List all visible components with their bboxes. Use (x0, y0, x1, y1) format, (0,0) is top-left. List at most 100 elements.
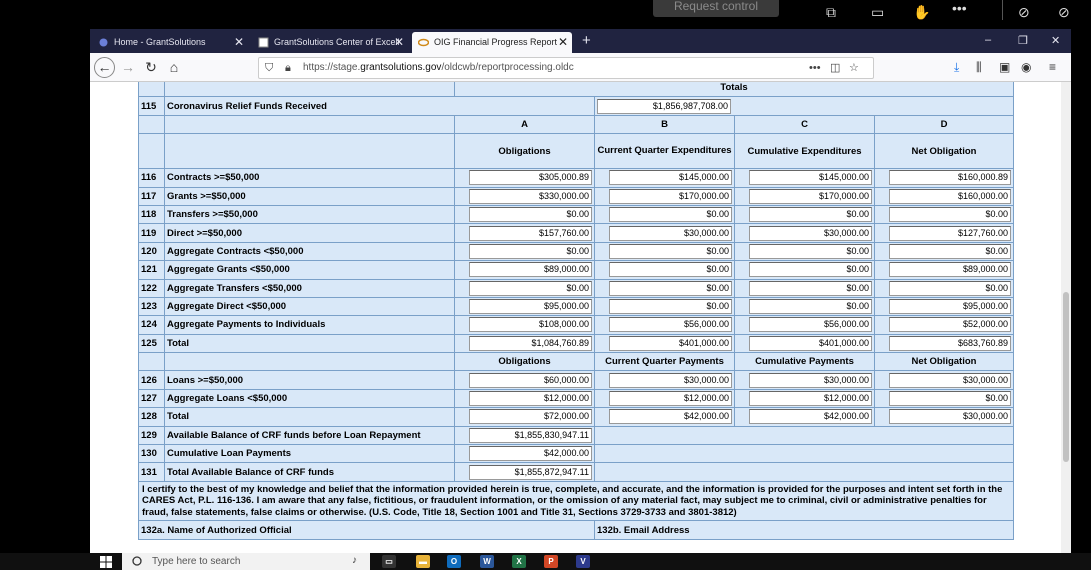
restore-button[interactable]: ❐ (1018, 34, 1028, 47)
amount-field[interactable]: $72,000.00 (469, 409, 592, 425)
amount-field[interactable]: $42,000.00 (609, 409, 732, 425)
balance-field[interactable]: $1,855,830,947.11 (469, 427, 592, 443)
amount-field[interactable]: $145,000.00 (749, 170, 872, 186)
amount-field[interactable]: $157,760.00 (469, 225, 592, 241)
chat-icon[interactable]: ▭ (871, 4, 884, 21)
amount-field[interactable]: $0.00 (889, 280, 1012, 296)
amount-field[interactable]: $401,000.00 (749, 335, 872, 351)
amount-field[interactable]: $30,000.00 (609, 225, 732, 241)
close-tab-icon[interactable]: ✕ (394, 32, 404, 53)
amount-field[interactable]: $56,000.00 (609, 317, 732, 333)
amount-field[interactable]: $95,000.00 (469, 299, 592, 315)
amount-field[interactable]: $0.00 (609, 243, 732, 259)
raise-hand-icon[interactable]: ✋ (913, 4, 930, 21)
amount-field[interactable]: $60,000.00 (469, 372, 592, 388)
camera-off-icon[interactable]: ⊘ (1018, 4, 1030, 21)
amount-field[interactable]: $56,000.00 (749, 317, 872, 333)
bookmark-star-icon[interactable]: ☆ (849, 58, 859, 78)
amount-field[interactable]: $330,000.00 (469, 188, 592, 204)
amount-field[interactable]: $0.00 (749, 207, 872, 223)
amount-field[interactable]: $170,000.00 (749, 188, 872, 204)
amount-field[interactable]: $0.00 (889, 391, 1012, 407)
amount-field[interactable]: $30,000.00 (749, 372, 872, 388)
sidebar-icon[interactable]: ▣ (999, 57, 1010, 77)
amount-field[interactable]: $12,000.00 (609, 391, 732, 407)
new-tab-button[interactable]: + (582, 32, 591, 49)
amount-field[interactable]: $1,084,760.89 (469, 335, 592, 351)
forward-button[interactable]: → (118, 57, 138, 77)
pocket-icon[interactable]: ◫ (830, 58, 840, 78)
amount-field[interactable]: $108,000.00 (469, 317, 592, 333)
excel-icon[interactable]: X (512, 555, 526, 568)
taskbar-search-box[interactable]: Type here to search ♪ (122, 553, 370, 570)
lock-icon[interactable]: 🔒︎ (285, 58, 291, 78)
amount-field[interactable]: $0.00 (889, 207, 1012, 223)
more-options-icon[interactable]: ••• (952, 0, 967, 16)
amount-field[interactable]: $12,000.00 (469, 391, 592, 407)
amount-field[interactable]: $89,000.00 (469, 262, 592, 278)
amount-field[interactable]: $52,000.00 (889, 317, 1012, 333)
amount-field[interactable]: $0.00 (609, 207, 732, 223)
amount-field[interactable]: $30,000.00 (889, 409, 1012, 425)
account-icon[interactable]: ◉ (1021, 57, 1031, 77)
amount-field[interactable]: $89,000.00 (889, 262, 1012, 278)
tab-center-of-excellence[interactable]: GrantSolutions Center of Excell ✕ (252, 32, 408, 53)
url-text[interactable]: https://stage.grantsolutions.gov/oldcwb/… (303, 58, 574, 78)
shield-icon[interactable]: ⛉ (265, 58, 273, 78)
amount-field[interactable]: $305,000.89 (469, 170, 592, 186)
amount-field[interactable]: $0.00 (749, 299, 872, 315)
close-tab-icon[interactable]: ✕ (558, 32, 568, 53)
amount-field[interactable]: $145,000.00 (609, 170, 732, 186)
amount-field[interactable]: $95,000.00 (889, 299, 1012, 315)
word-icon[interactable]: W (480, 555, 494, 568)
request-control-button[interactable]: Request control (653, 0, 779, 17)
back-button[interactable]: ← (94, 57, 115, 78)
outlook-icon[interactable]: O (447, 555, 461, 568)
amount-field[interactable]: $12,000.00 (749, 391, 872, 407)
amount-field[interactable]: $0.00 (749, 262, 872, 278)
amount-field[interactable]: $160,000.00 (889, 188, 1012, 204)
amount-field[interactable]: $0.00 (749, 280, 872, 296)
amount-field[interactable]: $127,760.00 (889, 225, 1012, 241)
download-icon[interactable]: ⤓ (954, 57, 959, 77)
amount-field[interactable]: $30,000.00 (609, 372, 732, 388)
amount-field[interactable]: $30,000.00 (889, 372, 1012, 388)
task-view-icon[interactable]: ▭ (382, 555, 396, 568)
amount-field[interactable]: $0.00 (469, 280, 592, 296)
visio-icon[interactable]: V (576, 555, 590, 568)
close-window-button[interactable]: ✕ (1051, 34, 1060, 47)
amount-field[interactable]: $683,760.89 (889, 335, 1012, 351)
reload-button[interactable]: ↻ (141, 57, 161, 77)
amount-field[interactable]: $0.00 (889, 243, 1012, 259)
balance-field[interactable]: $1,855,872,947.11 (469, 464, 592, 480)
close-tab-icon[interactable]: ✕ (234, 32, 244, 53)
windows-start-icon[interactable] (100, 556, 112, 568)
amount-field[interactable]: $0.00 (469, 243, 592, 259)
share-icon[interactable]: ⧉ (826, 4, 836, 21)
menu-icon[interactable]: ≡ (1049, 57, 1056, 77)
home-button[interactable]: ⌂ (164, 57, 184, 77)
minimize-button[interactable]: – (985, 34, 991, 46)
page-actions-icon[interactable]: ••• (809, 58, 821, 78)
crf-received-field[interactable]: $1,856,987,708.00 (597, 98, 731, 114)
balance-field[interactable]: $42,000.00 (469, 446, 592, 462)
amount-field[interactable]: $0.00 (469, 207, 592, 223)
tab-oig-financial-progress-report[interactable]: OIG Financial Progress Report ✕ (412, 32, 572, 53)
amount-field[interactable]: $30,000.00 (749, 225, 872, 241)
amount-field[interactable]: $401,000.00 (609, 335, 732, 351)
amount-field[interactable]: $0.00 (609, 262, 732, 278)
microphone-icon[interactable]: ♪ (352, 555, 357, 566)
amount-field[interactable]: $0.00 (609, 280, 732, 296)
amount-field[interactable]: $42,000.00 (749, 409, 872, 425)
file-explorer-icon[interactable]: ▬ (416, 555, 430, 568)
tab-home-grantsolutions[interactable]: Home - GrantSolutions ✕ (92, 32, 248, 53)
address-bar[interactable]: ⛉ 🔒︎ https://stage.grantsolutions.gov/ol… (258, 57, 874, 79)
scrollbar-thumb[interactable] (1063, 292, 1069, 462)
amount-field[interactable]: $0.00 (749, 243, 872, 259)
powerpoint-icon[interactable]: P (544, 555, 558, 568)
mic-off-icon[interactable]: ⊘ (1058, 4, 1070, 21)
amount-field[interactable]: $160,000.89 (889, 170, 1012, 186)
amount-field[interactable]: $0.00 (609, 299, 732, 315)
library-icon[interactable]: ⫼ (976, 57, 982, 77)
amount-field[interactable]: $170,000.00 (609, 188, 732, 204)
